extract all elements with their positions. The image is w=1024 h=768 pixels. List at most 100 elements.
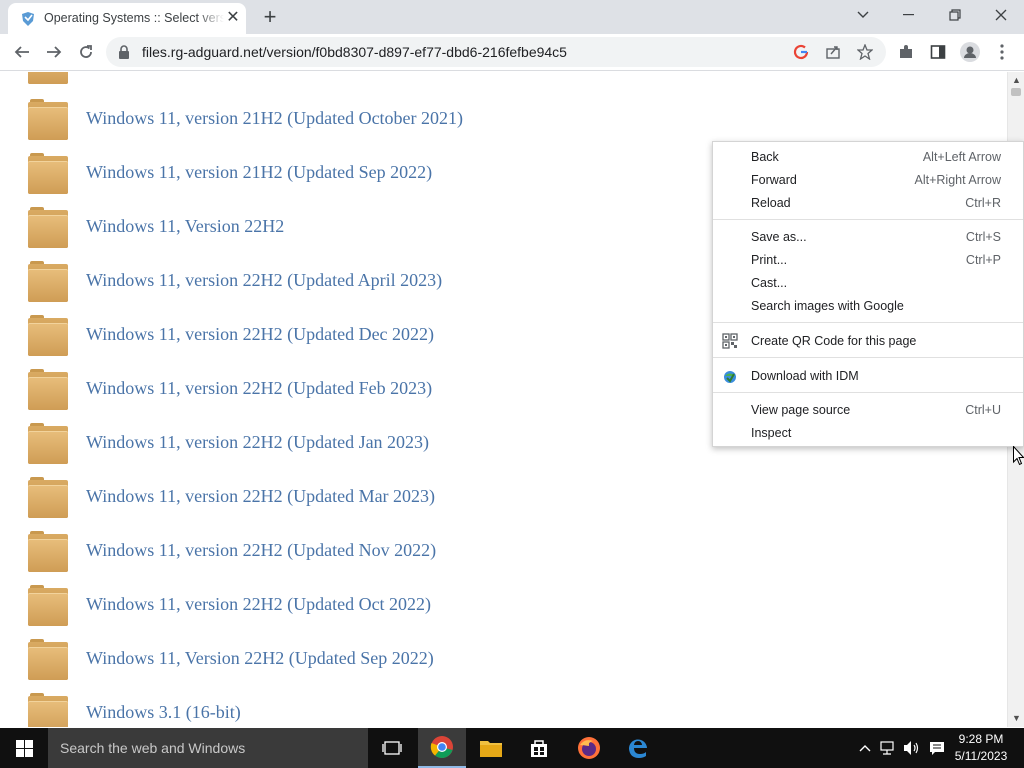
new-tab-icon[interactable]: + [257, 4, 283, 30]
folder-link[interactable]: Windows 11, version 22H2 (Updated Dec 20… [86, 324, 434, 345]
side-panel-icon[interactable] [924, 38, 952, 66]
menu-separator [713, 219, 1023, 220]
restore-icon[interactable] [932, 0, 978, 30]
menu-item-cast[interactable]: Cast... [713, 272, 1023, 295]
menu-item-label: Cast... [751, 276, 788, 290]
folder-link[interactable]: Windows 11, version 22H2 (Updated Mar 20… [86, 486, 435, 507]
menu-item-search-images[interactable]: Search images with Google [713, 295, 1023, 318]
url-text: files.rg-adguard.net/version/f0bd8307-d8… [142, 44, 567, 60]
store-icon[interactable] [515, 728, 563, 768]
folder-link[interactable]: Windows 11, version 22H2 (Updated Nov 20… [86, 540, 436, 561]
folder-icon [28, 99, 68, 140]
taskbar-clock[interactable]: 9:28 PM 5/11/2023 [950, 731, 1012, 765]
folder-link[interactable]: Windows 3.1 (16-bit) [86, 702, 241, 723]
menu-item-print[interactable]: Print... Ctrl+P [713, 249, 1023, 272]
folder-link[interactable]: Windows 11, version 22H2 (Updated Jan 20… [86, 432, 429, 453]
extensions-puzzle-icon[interactable] [892, 38, 920, 66]
clock-date: 5/11/2023 [954, 749, 1008, 763]
folder-link[interactable]: Windows 11, version 22H2 (Updated April … [86, 270, 442, 291]
chrome-taskbar-icon[interactable] [418, 728, 466, 768]
clock-time: 9:28 PM [958, 732, 1004, 746]
menu-item-label: Forward [751, 173, 797, 187]
idm-globe-icon [724, 371, 736, 383]
windows-start-icon[interactable] [0, 728, 48, 768]
forward-arrow-icon[interactable] [40, 38, 68, 66]
search-placeholder: Search the web and Windows [60, 740, 246, 756]
mouse-cursor-icon [1013, 446, 1024, 466]
menu-kebab-icon[interactable] [988, 38, 1016, 66]
back-arrow-icon[interactable] [8, 38, 36, 66]
folder-row[interactable]: Windows 11, version 22H2 (Updated Oct 20… [0, 585, 1000, 642]
folder-icon [28, 207, 68, 248]
menu-item-label: Search images with Google [751, 299, 904, 313]
folder-link[interactable]: Windows 11, Version 22H2 [86, 216, 284, 237]
folder-icon [28, 72, 68, 84]
address-bar[interactable]: files.rg-adguard.net/version/f0bd8307-d8… [106, 37, 886, 67]
folder-link[interactable]: Windows 11, Version 22H2 (Updated Sep 20… [86, 648, 434, 669]
folder-icon [28, 477, 68, 518]
lock-icon[interactable] [118, 45, 130, 59]
menu-item-view-source[interactable]: View page source Ctrl+U [713, 399, 1023, 422]
volume-icon[interactable] [902, 738, 922, 758]
action-center-icon[interactable] [927, 738, 947, 758]
folder-row[interactable]: Windows 11, version 22H2 (Updated Mar 20… [0, 477, 1000, 534]
windows-taskbar: Search the web and Windows 9:28 PM 5/11/… [0, 728, 1024, 768]
menu-item-back[interactable]: Back Alt+Left Arrow [713, 146, 1023, 169]
folder-icon [28, 585, 68, 626]
folder-icon [28, 639, 68, 680]
menu-item-shortcut: Ctrl+P [965, 253, 1001, 267]
taskbar-search-box[interactable]: Search the web and Windows [48, 728, 368, 768]
network-icon[interactable] [878, 738, 898, 758]
menu-item-label: Download with IDM [751, 369, 859, 383]
menu-item-label: Save as... [751, 230, 807, 244]
menu-item-shortcut: Alt+Right Arrow [914, 173, 1002, 187]
folder-link[interactable]: Windows 11, version 21H2 (Updated Octobe… [86, 108, 463, 129]
menu-item-inspect[interactable]: Inspect [713, 422, 1023, 445]
menu-item-shortcut: Alt+Left Arrow [922, 150, 1001, 164]
menu-item-forward[interactable]: Forward Alt+Right Arrow [713, 169, 1023, 192]
scroll-up-arrow-icon[interactable]: ▲ [1012, 76, 1021, 85]
menu-item-reload[interactable]: Reload Ctrl+R [713, 192, 1023, 215]
firefox-icon[interactable] [565, 728, 613, 768]
folder-link[interactable]: Windows 11, version 22H2 (Updated Feb 20… [86, 378, 432, 399]
menu-item-label: Print... [751, 253, 788, 267]
folder-row[interactable]: Windows 3.1 (16-bit) [0, 693, 1000, 727]
shield-favicon-icon [22, 12, 34, 26]
folder-icon [28, 531, 68, 572]
tab-strip: Operating Systems :: Select version ✕ + [0, 0, 1024, 34]
menu-item-label: Inspect [751, 426, 792, 440]
folder-icon [28, 369, 68, 410]
folder-row[interactable]: Windows 11, version 22H2 (Updated Nov 20… [0, 531, 1000, 588]
edge-icon[interactable] [614, 728, 662, 768]
task-view-icon[interactable] [368, 728, 416, 768]
scroll-down-arrow-icon[interactable]: ▼ [1012, 714, 1021, 723]
share-icon[interactable] [824, 43, 842, 61]
browser-tab[interactable]: Operating Systems :: Select version ✕ [8, 3, 246, 34]
menu-separator [713, 322, 1023, 323]
folder-icon [28, 693, 68, 727]
menu-item-save-as[interactable]: Save as... Ctrl+S [713, 226, 1023, 249]
show-hidden-icons-icon[interactable] [855, 738, 875, 758]
close-window-icon[interactable] [978, 0, 1024, 30]
folder-icon [28, 261, 68, 302]
google-lens-icon[interactable] [792, 43, 810, 61]
tab-search-icon[interactable] [840, 0, 886, 30]
bookmark-star-icon[interactable] [856, 43, 874, 61]
menu-item-label: Back [751, 150, 779, 164]
folder-row-partial [0, 72, 1000, 100]
profile-avatar-icon[interactable] [956, 38, 984, 66]
menu-item-qr-code[interactable]: Create QR Code for this page [713, 330, 1023, 353]
menu-item-shortcut: Ctrl+R [965, 196, 1001, 210]
folder-link[interactable]: Windows 11, version 22H2 (Updated Oct 20… [86, 594, 431, 615]
tab-close-icon[interactable]: ✕ [224, 9, 242, 27]
folder-link[interactable]: Windows 11, version 21H2 (Updated Sep 20… [86, 162, 432, 183]
scroll-thumb[interactable] [1011, 88, 1021, 96]
menu-item-download-idm[interactable]: Download with IDM [713, 365, 1023, 388]
context-menu: Back Alt+Left Arrow Forward Alt+Right Ar… [712, 141, 1024, 447]
file-explorer-icon[interactable] [467, 728, 515, 768]
browser-toolbar: files.rg-adguard.net/version/f0bd8307-d8… [0, 34, 1024, 71]
reload-icon[interactable] [72, 38, 100, 66]
minimize-icon[interactable] [886, 0, 932, 30]
folder-row[interactable]: Windows 11, Version 22H2 (Updated Sep 20… [0, 639, 1000, 696]
menu-item-shortcut: Ctrl+U [965, 403, 1001, 417]
